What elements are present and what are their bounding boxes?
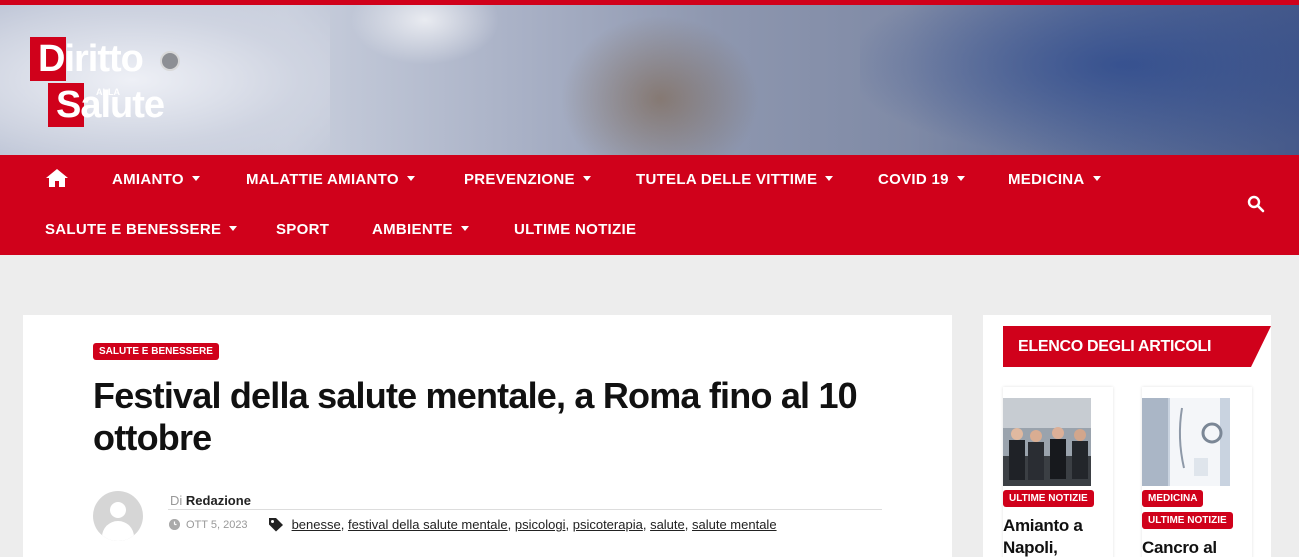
banner-stethoscope-area [350,5,500,65]
nav-label: ULTIME NOTIZIE [514,221,637,238]
nav-label: SPORT [276,221,330,238]
tag-separator: , [684,517,692,532]
post-thumbnail-people-image[interactable] [1003,398,1091,486]
tag-link[interactable]: salute [650,517,685,532]
tag-separator: , [507,517,515,532]
nav-item-ultime-notizie[interactable]: ULTIME NOTIZIE [514,220,636,240]
sidebar-post[interactable]: ULTIME NOTIZIE Amianto a Napoli, [1003,387,1113,557]
byline-prefix: Di [170,493,183,508]
sidebar-post[interactable]: MEDICINA ULTIME NOTIZIE Cancro al [1142,387,1252,557]
article-card: SALUTE E BENESSERE Festival della salute… [23,315,952,557]
nav-label: AMIANTO [112,171,184,188]
tag-list: benesse, festival della salute mentale, … [292,517,777,532]
sidebar: ELENCO DEGLI ARTICOLI ULTIME NOTIZIE Ami… [983,315,1271,557]
tag-link[interactable]: psicologi [515,517,566,532]
nav-item-ambiente[interactable]: AMBIENTE [372,220,469,240]
post-badge-medicina[interactable]: MEDICINA [1142,490,1204,507]
nav-item-amianto[interactable]: AMIANTO [112,170,200,190]
caret-down-icon [460,225,469,231]
nav-item-medicina[interactable]: MEDICINA [1008,170,1101,190]
logo-gear-icon [160,51,180,71]
tag-link[interactable]: salute mentale [692,517,777,532]
main-navigation: AMIANTO MALATTIE AMIANTO PREVENZIONE TUT… [0,155,1299,255]
banner-blue-area [860,5,1299,155]
post-thumbnail-doctor-image[interactable] [1142,398,1230,486]
author-avatar[interactable] [93,491,143,541]
caret-down-icon [1092,175,1101,181]
caret-down-icon [191,175,200,181]
nav-item-covid-19[interactable]: COVID 19 [878,170,965,190]
tag-separator: , [642,517,651,532]
caret-down-icon [956,175,965,181]
caret-down-icon [582,175,591,181]
author-name[interactable]: Redazione [186,493,251,508]
caret-down-icon [229,225,238,231]
tag-icon [268,518,283,532]
nav-label: TUTELA DELLE VITTIME [636,171,818,188]
article-title: Festival della salute mentale, a Roma fi… [93,375,858,458]
sidebar-title: ELENCO DEGLI ARTICOLI [1003,326,1271,367]
article-date[interactable]: OTT 5, 2023 [186,519,248,531]
post-title[interactable]: Amianto a Napoli, [1003,515,1113,557]
tag-separator: , [340,517,348,532]
nav-label: MEDICINA [1008,171,1085,188]
author-byline: Di Redazione [170,493,251,508]
caret-down-icon [825,175,834,181]
nav-item-prevenzione[interactable]: PREVENZIONE [464,170,591,190]
post-badge-ultime-notizie[interactable]: ULTIME NOTIZIE [1003,490,1094,507]
logo-word-diritto: Diritto [38,38,144,80]
nav-label: COVID 19 [878,171,949,188]
nav-item-tutela-delle-vittime[interactable]: TUTELA DELLE VITTIME [636,170,834,190]
nav-item-malattie-amianto[interactable]: MALATTIE AMIANTO [246,170,415,190]
nav-item-sport[interactable]: SPORT [276,220,329,240]
nav-label: AMBIENTE [372,221,453,238]
banner-people-silhouette [560,15,760,155]
article-meta: OTT 5, 2023 benesse, festival della salu… [169,517,777,532]
tag-link[interactable]: festival della salute mentale [348,517,508,532]
nav-label: PREVENZIONE [464,171,575,188]
home-icon[interactable] [45,168,69,188]
category-badge[interactable]: SALUTE E BENESSERE [93,343,219,360]
clock-icon [169,519,180,530]
tag-link[interactable]: benesse [292,517,341,532]
caret-down-icon [406,175,415,181]
post-badge-ultime-notizie[interactable]: ULTIME NOTIZIE [1142,512,1233,529]
logo-word-salute: Salute [56,84,165,126]
search-icon[interactable] [1247,195,1265,213]
post-title[interactable]: Cancro al [1142,537,1252,557]
avatar-head-shape [110,502,126,518]
nav-item-salute-e-benessere[interactable]: SALUTE E BENESSERE [45,220,238,240]
tag-separator: , [565,517,573,532]
meta-divider [168,509,882,510]
header-banner: Diritto ALLA Salute [0,5,1299,155]
tag-link[interactable]: psicoterapia [573,517,643,532]
avatar-body-shape [102,521,134,541]
site-logo[interactable]: Diritto ALLA Salute [30,37,210,129]
nav-label: SALUTE E BENESSERE [45,221,222,238]
nav-label: MALATTIE AMIANTO [246,171,399,188]
